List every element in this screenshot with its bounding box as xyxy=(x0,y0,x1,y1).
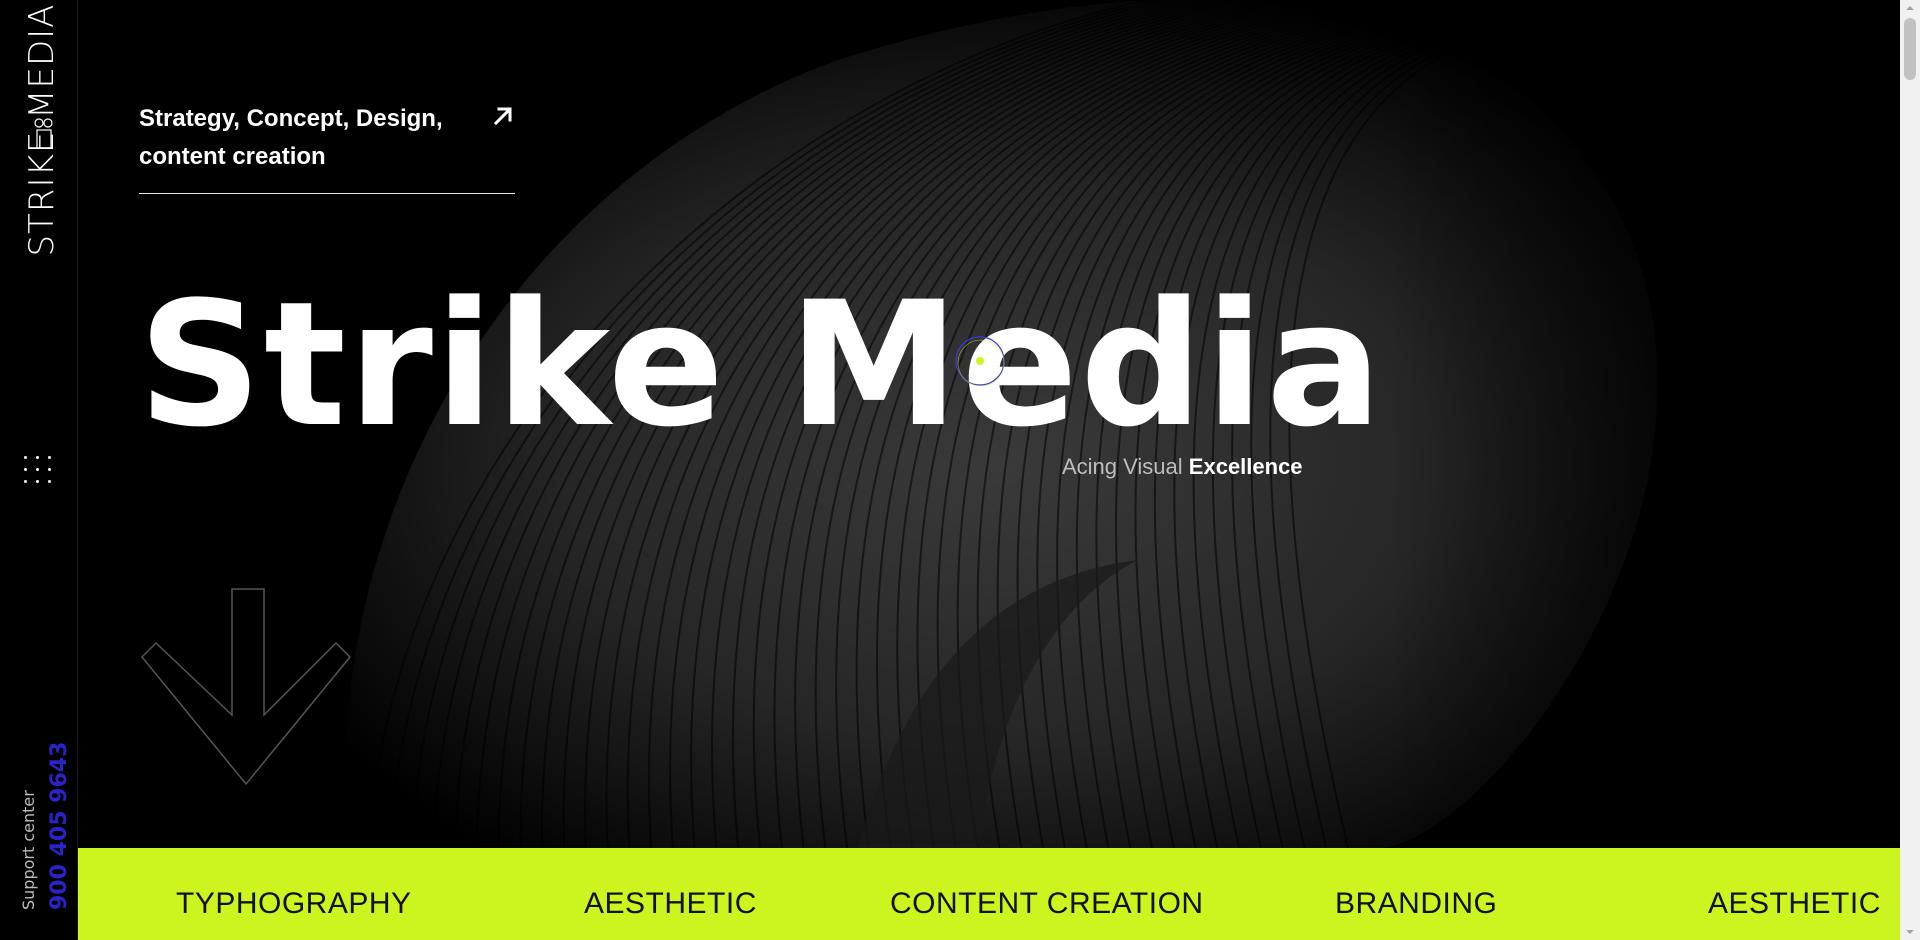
logo-mark-icon xyxy=(34,118,53,149)
marquee-item: CONTENT CREATION xyxy=(890,887,1204,920)
sidebar: STRIKE MEDIA Support center 900 405 9643 xyxy=(0,0,78,940)
arrow-down-icon[interactable] xyxy=(140,588,352,786)
marquee-item: AESTHETIC xyxy=(584,887,757,920)
scroll-down-icon[interactable] xyxy=(1900,924,1920,940)
cursor-ring-icon xyxy=(955,336,1005,386)
tagline-light: Acing Visual xyxy=(1062,454,1183,479)
vertical-scrollbar[interactable] xyxy=(1900,0,1920,940)
brand-logo[interactable]: STRIKE MEDIA xyxy=(22,3,62,256)
hero-title: Strike Media xyxy=(138,264,1385,465)
scrollbar-thumb[interactable] xyxy=(1904,18,1916,80)
support-center: Support center 900 405 9643 xyxy=(12,742,72,910)
marquee-item: TYPHOGRAPHY xyxy=(176,887,412,920)
scroll-up-icon[interactable] xyxy=(1900,0,1920,16)
services-link-text: Strategy, Concept, Design, content creat… xyxy=(139,105,443,170)
hero-tagline: Acing Visual Excellence xyxy=(1062,454,1303,480)
marquee-item: AESTHETIC xyxy=(1708,887,1881,920)
services-link[interactable]: Strategy, Concept, Design, content creat… xyxy=(139,100,515,194)
support-phone-link[interactable]: 900 405 9643 xyxy=(47,742,72,910)
marquee-item: BRANDING xyxy=(1335,887,1498,920)
services-marquee: TYPHOGRAPHY AESTHETIC CONTENT CREATION B… xyxy=(78,848,1900,940)
support-label: Support center xyxy=(19,790,38,910)
page: STRIKE MEDIA Support center 900 405 9643… xyxy=(0,0,1920,940)
grid-dots-icon[interactable] xyxy=(24,456,54,486)
arrow-up-right-icon xyxy=(493,107,512,126)
tagline-bold: Excellence xyxy=(1188,454,1303,479)
